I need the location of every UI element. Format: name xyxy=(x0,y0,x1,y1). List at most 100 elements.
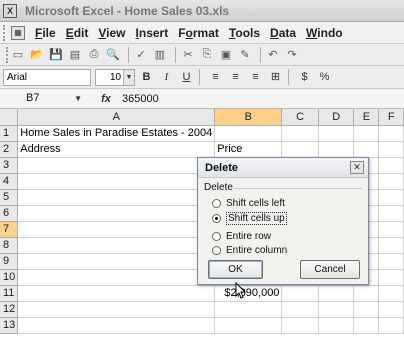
cell-f10[interactable] xyxy=(378,269,404,286)
spelling-icon[interactable]: ✓ xyxy=(133,47,149,63)
cell-e13[interactable] xyxy=(353,317,380,334)
cancel-button[interactable]: Cancel xyxy=(300,260,360,279)
cell-a4[interactable] xyxy=(17,173,216,190)
menu-file[interactable]: File xyxy=(35,26,56,40)
underline-icon[interactable]: U xyxy=(178,69,195,86)
row-header[interactable]: 10 xyxy=(0,269,19,286)
row-header[interactable]: 9 xyxy=(0,253,19,270)
cell-d2[interactable] xyxy=(318,141,355,158)
format-painter-icon[interactable]: ✎ xyxy=(237,47,253,63)
column-header-b[interactable]: B xyxy=(214,109,283,126)
row-header[interactable]: 11 xyxy=(0,285,19,302)
radio-button-icon[interactable] xyxy=(212,246,221,255)
menu-view[interactable]: View xyxy=(98,26,125,40)
column-header-d[interactable]: D xyxy=(318,109,355,126)
ok-button[interactable]: OK xyxy=(208,260,263,279)
cell-a12[interactable] xyxy=(17,301,216,318)
cell-b2[interactable]: Price xyxy=(214,141,283,158)
cell-c11[interactable] xyxy=(281,285,319,302)
row-header[interactable]: 13 xyxy=(0,317,19,334)
new-icon[interactable]: ▭ xyxy=(10,47,26,63)
cell-a2[interactable]: Address xyxy=(17,141,216,158)
close-icon[interactable]: ✕ xyxy=(350,161,364,174)
print-preview-icon[interactable]: 🔍 xyxy=(105,47,121,63)
row-header[interactable]: 5 xyxy=(0,189,19,206)
merge-center-icon[interactable]: ⊞ xyxy=(267,69,284,86)
formula-input[interactable]: 365000 xyxy=(122,93,159,105)
row-header[interactable]: 6 xyxy=(0,205,19,222)
cell-a11[interactable] xyxy=(17,285,216,302)
redo-icon[interactable]: ↷ xyxy=(284,47,300,63)
cell-f1[interactable] xyxy=(378,125,404,142)
italic-icon[interactable]: I xyxy=(158,69,175,86)
chevron-down-icon[interactable]: ▼ xyxy=(123,69,134,85)
column-header-f[interactable]: F xyxy=(378,109,404,126)
cell-b13[interactable] xyxy=(214,317,283,334)
print-icon[interactable]: ⎙ xyxy=(86,47,102,63)
column-header-c[interactable]: C xyxy=(281,109,319,126)
toolbar-grip[interactable] xyxy=(3,24,7,41)
cell-d13[interactable] xyxy=(318,317,355,334)
menu-tools[interactable]: Tools xyxy=(229,26,260,40)
align-center-icon[interactable]: ≡ xyxy=(227,69,244,86)
percent-style-button[interactable]: % xyxy=(316,69,333,86)
column-header-a[interactable]: A xyxy=(17,109,216,126)
name-box[interactable]: B7 ▼ xyxy=(4,90,90,107)
radio-shift-cells-left[interactable]: Shift cells left xyxy=(212,198,285,209)
align-right-icon[interactable]: ≡ xyxy=(247,69,264,86)
cell-a5[interactable] xyxy=(17,189,216,206)
bold-icon[interactable]: B xyxy=(138,69,155,86)
row-header[interactable]: 8 xyxy=(0,237,19,254)
dialog-title-bar[interactable]: Delete ✕ xyxy=(198,158,368,178)
paste-icon[interactable]: ▣ xyxy=(218,47,234,63)
cell-e12[interactable] xyxy=(353,301,380,318)
cell-f2[interactable] xyxy=(378,141,404,158)
select-all-corner[interactable] xyxy=(0,109,19,126)
menu-insert[interactable]: Insert xyxy=(136,26,169,40)
row-header[interactable]: 4 xyxy=(0,173,19,190)
research-icon[interactable]: ▥ xyxy=(152,47,168,63)
cell-c1[interactable] xyxy=(281,125,319,142)
cell-d11[interactable] xyxy=(318,285,355,302)
radio-entire-row[interactable]: Entire row xyxy=(212,231,271,242)
cell-b11[interactable]: $2,390,000 xyxy=(214,285,283,302)
cell-e11[interactable] xyxy=(353,285,380,302)
cell-f11[interactable] xyxy=(378,285,404,302)
column-header-e[interactable]: E xyxy=(353,109,380,126)
row-header[interactable]: 12 xyxy=(0,301,19,318)
row-header[interactable]: 2 xyxy=(0,141,19,158)
cell-e1[interactable] xyxy=(353,125,380,142)
cell-a7[interactable] xyxy=(17,221,216,238)
insert-function-icon[interactable]: fx xyxy=(90,93,122,105)
open-icon[interactable]: 📂 xyxy=(29,47,45,63)
menu-windo[interactable]: Windo xyxy=(306,26,343,40)
cell-a3[interactable] xyxy=(17,157,216,174)
currency-style-button[interactable]: $ xyxy=(296,69,313,86)
radio-button-icon[interactable] xyxy=(212,199,221,208)
cell-a9[interactable] xyxy=(17,253,216,270)
cell-a1[interactable]: Home Sales in Paradise Estates - 2004 xyxy=(17,125,216,142)
cell-f12[interactable] xyxy=(378,301,404,318)
cut-icon[interactable]: ✂ xyxy=(180,47,196,63)
row-header[interactable]: 7 xyxy=(0,221,19,238)
cell-a13[interactable] xyxy=(17,317,216,334)
font-name-select[interactable]: Arial xyxy=(3,68,91,86)
undo-icon[interactable]: ↶ xyxy=(265,47,281,63)
menu-edit[interactable]: Edit xyxy=(66,26,89,40)
radio-button-icon[interactable] xyxy=(212,232,221,241)
cell-a6[interactable] xyxy=(17,205,216,222)
cell-d1[interactable] xyxy=(318,125,355,142)
cell-f6[interactable] xyxy=(378,205,404,222)
cell-a10[interactable] xyxy=(17,269,216,286)
excel-app-icon[interactable]: X xyxy=(3,3,17,18)
cell-c2[interactable] xyxy=(281,141,319,158)
cell-f9[interactable] xyxy=(378,253,404,270)
copy-icon[interactable]: ⎘ xyxy=(199,47,215,63)
cell-c13[interactable] xyxy=(281,317,319,334)
cell-f5[interactable] xyxy=(378,189,404,206)
row-header[interactable]: 1 xyxy=(0,125,19,142)
workbook-icon[interactable]: ▦ xyxy=(11,25,25,40)
cell-b1[interactable] xyxy=(214,125,283,142)
permission-icon[interactable]: ▤ xyxy=(67,47,83,63)
cell-a8[interactable] xyxy=(17,237,216,254)
